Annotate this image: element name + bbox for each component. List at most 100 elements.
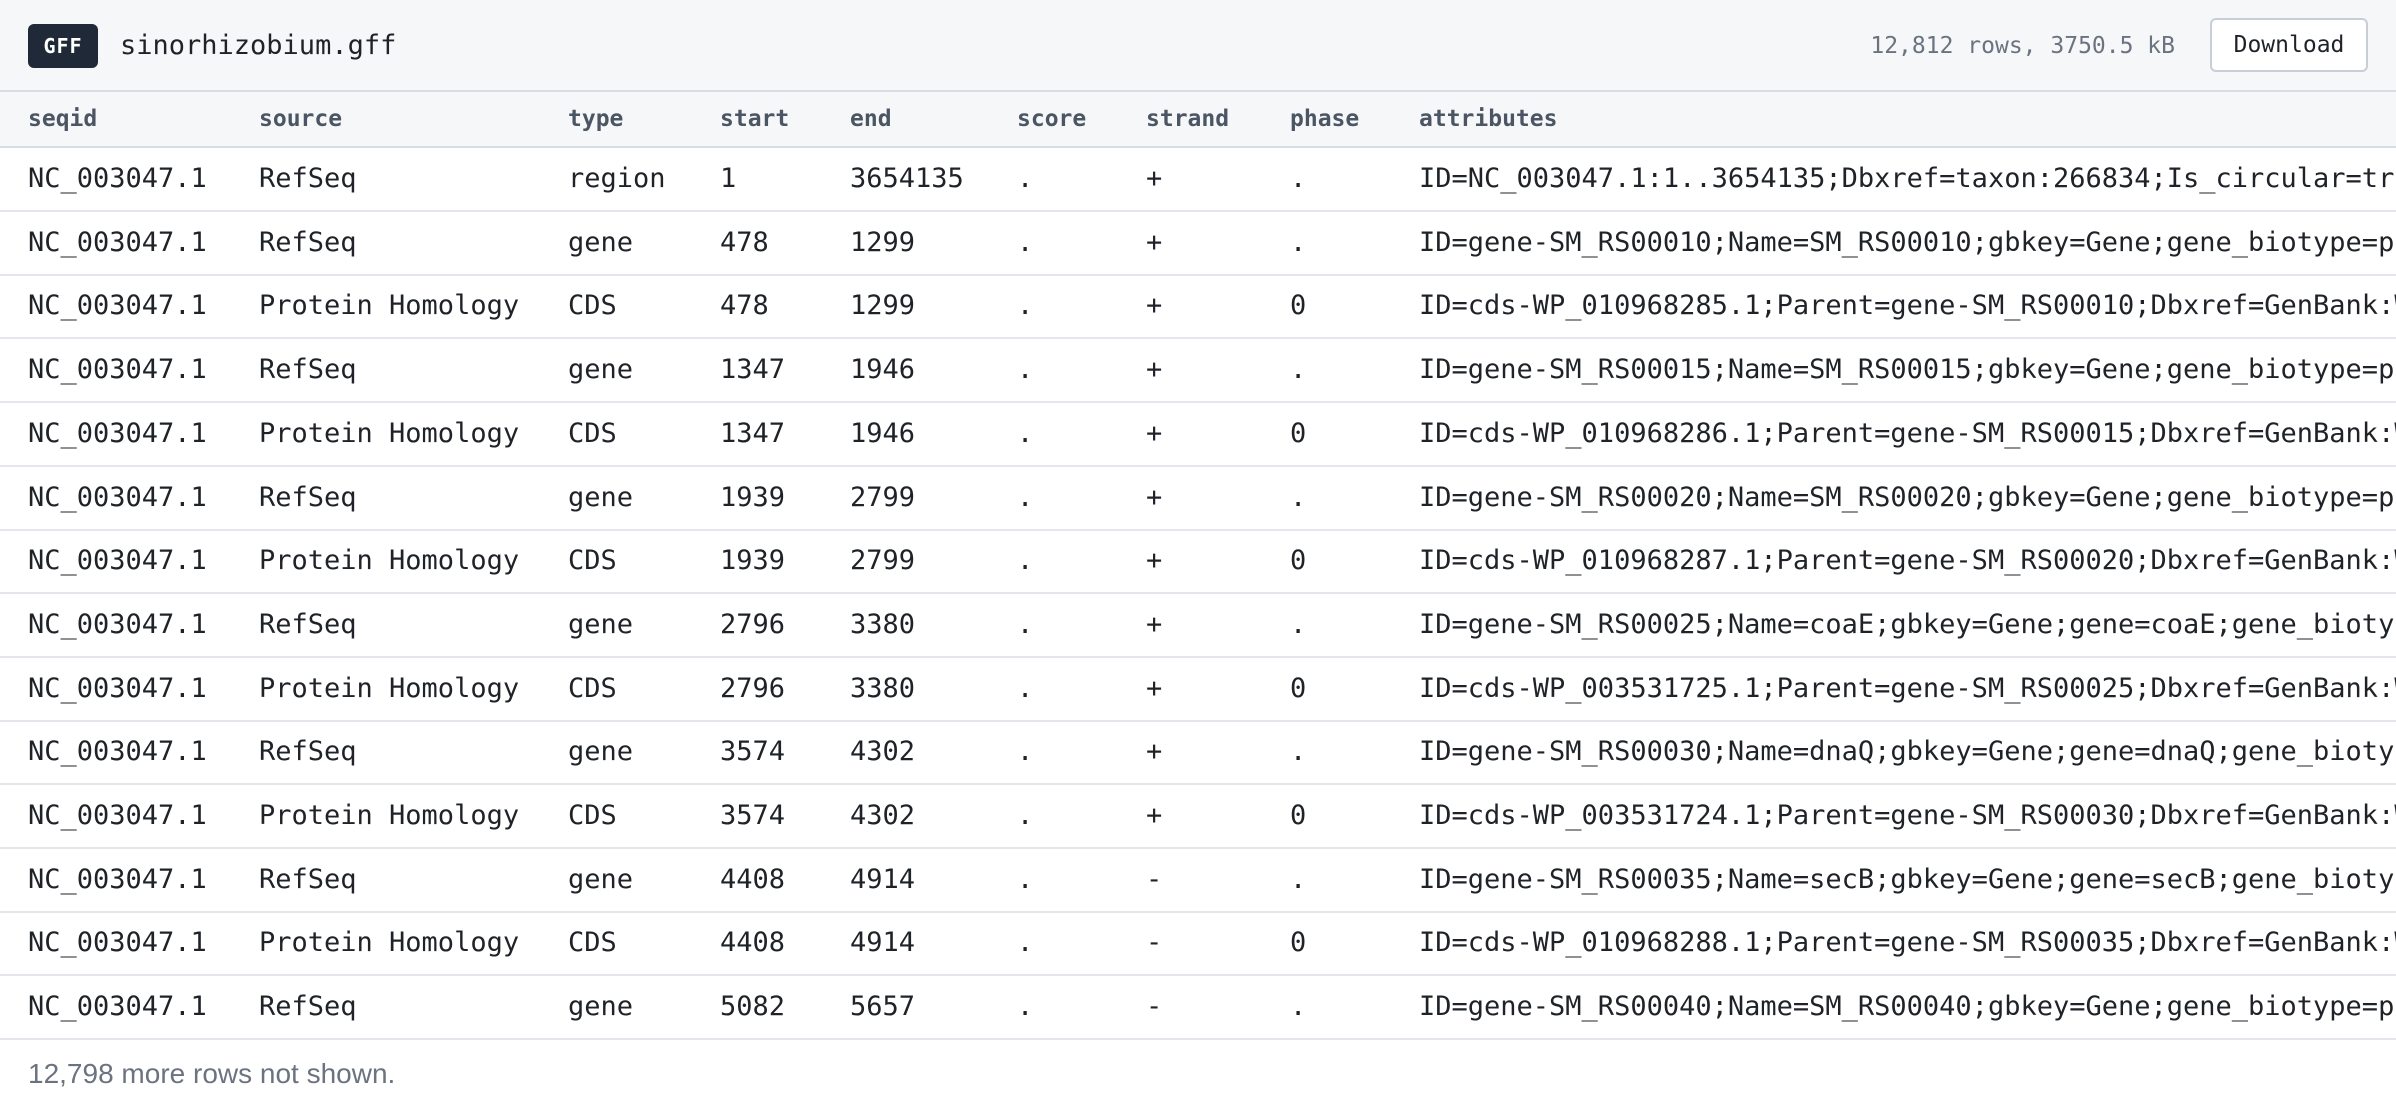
cell-type: gene	[568, 482, 634, 513]
file-header: GFF sinorhizobium.gff 12,812 rows, 3750.…	[0, 0, 2396, 92]
cell-phase: .	[1290, 482, 1307, 513]
table-header: seqid source type start end score strand…	[0, 92, 2396, 148]
cell-phase: .	[1290, 991, 1307, 1022]
cell-end: 4302	[850, 800, 916, 831]
cell-attributes: ID=gene-SM_RS00025;Name=coaE;gbkey=Gene;…	[1419, 609, 2396, 640]
cell-phase: .	[1290, 609, 1307, 640]
cell-strand: +	[1146, 354, 1163, 385]
cell-score: .	[1017, 736, 1034, 767]
cell-end: 3380	[850, 673, 916, 704]
column-header-seqid: seqid	[28, 106, 98, 132]
table-row: NC_003047.1 Protein Homology CDS 478 1299. +0…	[0, 275, 2396, 339]
cell-strand: +	[1146, 290, 1163, 321]
cell-strand: -	[1146, 927, 1163, 958]
cell-phase: .	[1290, 354, 1307, 385]
table-row: NC_003047.1 Protein Homology CDS 1347 1946. +…	[0, 403, 2396, 467]
cell-source: Protein Homology	[259, 418, 520, 449]
cell-score: .	[1017, 163, 1034, 194]
cell-end: 4302	[850, 736, 916, 767]
column-header-strand: strand	[1146, 106, 1230, 132]
cell-source: Protein Homology	[259, 673, 520, 704]
cell-end: 3380	[850, 609, 916, 640]
cell-attributes: ID=NC_003047.1:1..3654135;Dbxref=taxon:2…	[1419, 163, 2396, 194]
cell-seqid: NC_003047.1	[28, 290, 207, 321]
cell-source: RefSeq	[259, 736, 357, 767]
cell-seqid: NC_003047.1	[28, 736, 207, 767]
cell-type: gene	[568, 227, 634, 258]
cell-phase: 0	[1290, 418, 1307, 449]
file-row-count-size: 12,812 rows, 3750.5 kB	[1870, 33, 2175, 59]
cell-type: CDS	[568, 673, 617, 704]
file-name: sinorhizobium.gff	[120, 30, 397, 61]
cell-attributes: ID=gene-SM_RS00030;Name=dnaQ;gbkey=Gene;…	[1419, 736, 2396, 767]
cell-type: CDS	[568, 418, 617, 449]
cell-phase: 0	[1290, 545, 1307, 576]
cell-attributes: ID=cds-WP_003531725.1;Parent=gene-SM_RS0…	[1419, 673, 2396, 704]
cell-seqid: NC_003047.1	[28, 227, 207, 258]
more-rows-note: 12,798 more rows not shown.	[28, 1058, 396, 1089]
cell-score: .	[1017, 227, 1034, 258]
cell-type: CDS	[568, 290, 617, 321]
cell-type: CDS	[568, 927, 617, 958]
cell-source: RefSeq	[259, 163, 357, 194]
table-row: NC_003047.1 RefSeq gene 478 1299. +. ID=gene-S…	[0, 212, 2396, 276]
cell-seqid: NC_003047.1	[28, 163, 207, 194]
cell-end: 3654135	[850, 163, 964, 194]
table-row: NC_003047.1 RefSeq gene 3574 4302. +. ID=gene-…	[0, 721, 2396, 785]
cell-start: 5082	[720, 991, 786, 1022]
cell-score: .	[1017, 545, 1034, 576]
cell-start: 3574	[720, 800, 786, 831]
cell-attributes: ID=gene-SM_RS00020;Name=SM_RS00020;gbkey…	[1419, 482, 2396, 513]
cell-strand: +	[1146, 609, 1163, 640]
cell-phase: .	[1290, 864, 1307, 895]
cell-score: .	[1017, 482, 1034, 513]
cell-attributes: ID=gene-SM_RS00015;Name=SM_RS00015;gbkey…	[1419, 354, 2396, 385]
cell-end: 4914	[850, 864, 916, 895]
cell-strand: +	[1146, 673, 1163, 704]
table-row: NC_003047.1 RefSeq gene 4408 4914. -. ID=gene-…	[0, 849, 2396, 913]
cell-end: 1299	[850, 290, 916, 321]
cell-start: 1347	[720, 418, 786, 449]
column-header-start: start	[720, 106, 790, 132]
table-row: NC_003047.1 Protein Homology CDS 3574 4302. +…	[0, 785, 2396, 849]
cell-end: 1299	[850, 227, 916, 258]
cell-seqid: NC_003047.1	[28, 609, 207, 640]
cell-score: .	[1017, 418, 1034, 449]
column-header-type: type	[568, 106, 624, 132]
table-row: NC_003047.1 RefSeq gene 1347 1946. +. ID=gene-…	[0, 339, 2396, 403]
table-row: NC_003047.1 Protein Homology CDS 4408 4914. -…	[0, 912, 2396, 976]
table-row: NC_003047.1 Protein Homology CDS 2796 3380. +…	[0, 658, 2396, 722]
cell-seqid: NC_003047.1	[28, 354, 207, 385]
table-row: NC_003047.1 RefSeq gene 2796 3380. +. ID=gene-…	[0, 594, 2396, 658]
cell-strand: +	[1146, 736, 1163, 767]
cell-end: 2799	[850, 545, 916, 576]
cell-phase: .	[1290, 163, 1307, 194]
cell-end: 1946	[850, 418, 916, 449]
column-header-phase: phase	[1290, 106, 1360, 132]
cell-score: .	[1017, 290, 1034, 321]
download-button[interactable]: Download	[2210, 18, 2368, 72]
cell-end: 5657	[850, 991, 916, 1022]
cell-seqid: NC_003047.1	[28, 864, 207, 895]
cell-start: 478	[720, 227, 769, 258]
cell-start: 3574	[720, 736, 786, 767]
cell-phase: 0	[1290, 927, 1307, 958]
cell-score: .	[1017, 991, 1034, 1022]
cell-start: 4408	[720, 927, 786, 958]
cell-source: Protein Homology	[259, 927, 520, 958]
cell-type: gene	[568, 864, 634, 895]
cell-strand: -	[1146, 864, 1163, 895]
cell-score: .	[1017, 800, 1034, 831]
cell-strand: +	[1146, 482, 1163, 513]
cell-strand: +	[1146, 545, 1163, 576]
table-row: NC_003047.1 RefSeq gene 1939 2799. +. ID=gene-…	[0, 467, 2396, 531]
column-header-score: score	[1017, 106, 1087, 132]
cell-score: .	[1017, 354, 1034, 385]
cell-source: RefSeq	[259, 609, 357, 640]
cell-strand: +	[1146, 163, 1163, 194]
cell-seqid: NC_003047.1	[28, 545, 207, 576]
table-row: NC_003047.1 RefSeq gene 5082 5657. -. ID=gene-…	[0, 976, 2396, 1040]
cell-attributes: ID=cds-WP_010968285.1;Parent=gene-SM_RS0…	[1419, 290, 2396, 321]
cell-phase: .	[1290, 736, 1307, 767]
cell-type: CDS	[568, 800, 617, 831]
